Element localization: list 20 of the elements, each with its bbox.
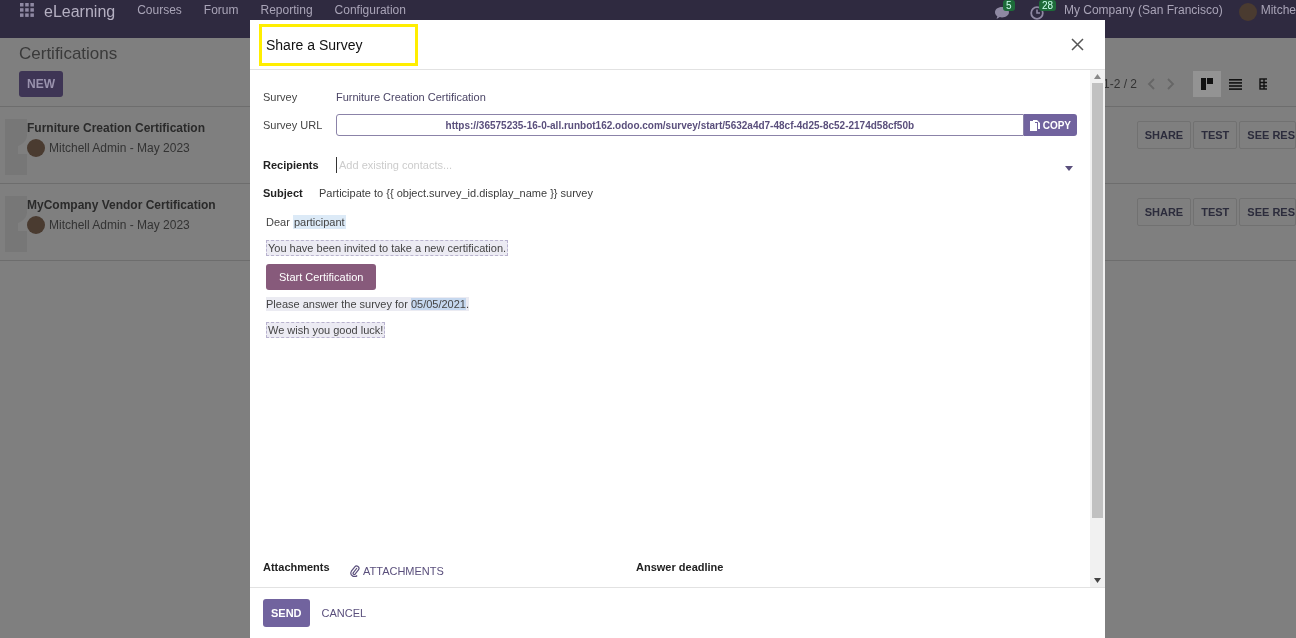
greeting-text: Dear participant [266,215,346,229]
card-meta: Mitchell Admin - May 2023 [49,218,190,232]
activity-count-badge: 28 [1038,0,1057,11]
card-title: Furniture Creation Certification [27,121,205,135]
closing-text: We wish you good luck! [266,322,386,338]
survey-name: Furniture Creation Certification [336,91,486,103]
field-label: Recipients [263,159,320,171]
field-label: Attachments [263,561,331,573]
field-label: Answer deadline [636,561,724,573]
field-label: Survey [263,91,299,103]
dialog-title: Share a Survey [259,23,418,66]
page-title: Certifications [19,44,118,64]
invite-text: You have been invited to take a new certification. [266,240,509,256]
subject-value: Participate to {{ object.survey_id.display_name }} survey [319,187,593,199]
card-meta: Mitchell Admin - May 2023 [49,141,190,155]
field-label: Survey URL [263,119,324,131]
field-label: Subject [263,187,304,199]
card-title: MyCompany Vendor Certification [27,198,216,212]
deadline-sentence: Please answer the survey for 05/05/2021. [266,297,470,311]
message-count-badge: 5 [1002,0,1015,11]
